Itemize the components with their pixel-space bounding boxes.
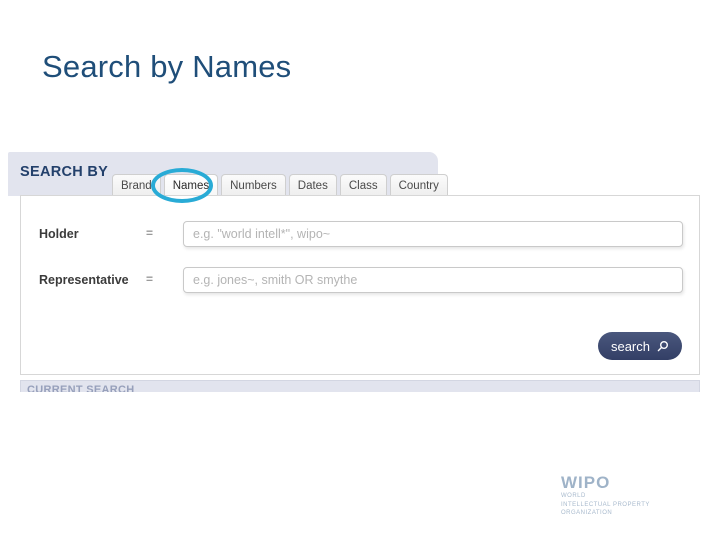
tab-country[interactable]: Country xyxy=(389,174,448,196)
representative-field-row: Representative = xyxy=(21,267,699,297)
wipo-logo: WIPO WORLD INTELLECTUAL PROPERTY ORGANIZ… xyxy=(561,474,701,518)
tab-class[interactable]: Class xyxy=(339,174,387,196)
search-button-label: search xyxy=(610,338,650,354)
search-application-screenshot: SEARCH BY Brand Names Numbers Dates Clas… xyxy=(8,152,700,392)
tab-dates[interactable]: Dates xyxy=(288,174,337,196)
search-form-panel: Holder = Representative = search xyxy=(20,195,700,375)
tab-brand[interactable]: Brand xyxy=(112,174,161,196)
representative-label: Representative xyxy=(39,273,129,287)
holder-operator[interactable]: = xyxy=(146,226,153,240)
wipo-subtitle-line3: ORGANIZATION xyxy=(561,510,613,516)
tab-names[interactable]: Names xyxy=(163,174,219,196)
holder-label: Holder xyxy=(39,227,79,241)
current-search-label: CURRENT SEARCH xyxy=(27,384,135,392)
magnifier-icon xyxy=(656,340,669,353)
search-by-header: SEARCH BY Brand Names Numbers Dates Clas… xyxy=(8,152,448,196)
representative-operator[interactable]: = xyxy=(146,272,153,286)
search-by-label: SEARCH BY xyxy=(20,164,109,180)
representative-input[interactable] xyxy=(183,267,683,293)
holder-field-row: Holder = xyxy=(21,221,699,251)
page-title: Search by Names xyxy=(42,49,292,84)
search-button[interactable]: search xyxy=(597,332,682,360)
tab-numbers[interactable]: Numbers xyxy=(221,174,286,196)
wipo-subtitle-line2: INTELLECTUAL PROPERTY xyxy=(561,501,650,508)
wipo-subtitle-line1: WORLD xyxy=(561,493,586,499)
current-search-bar: CURRENT SEARCH xyxy=(20,380,700,392)
wipo-wordmark: WIPO xyxy=(561,473,611,492)
holder-input[interactable] xyxy=(183,221,683,247)
search-tabs: Brand Names Numbers Dates Class Country xyxy=(112,174,448,196)
